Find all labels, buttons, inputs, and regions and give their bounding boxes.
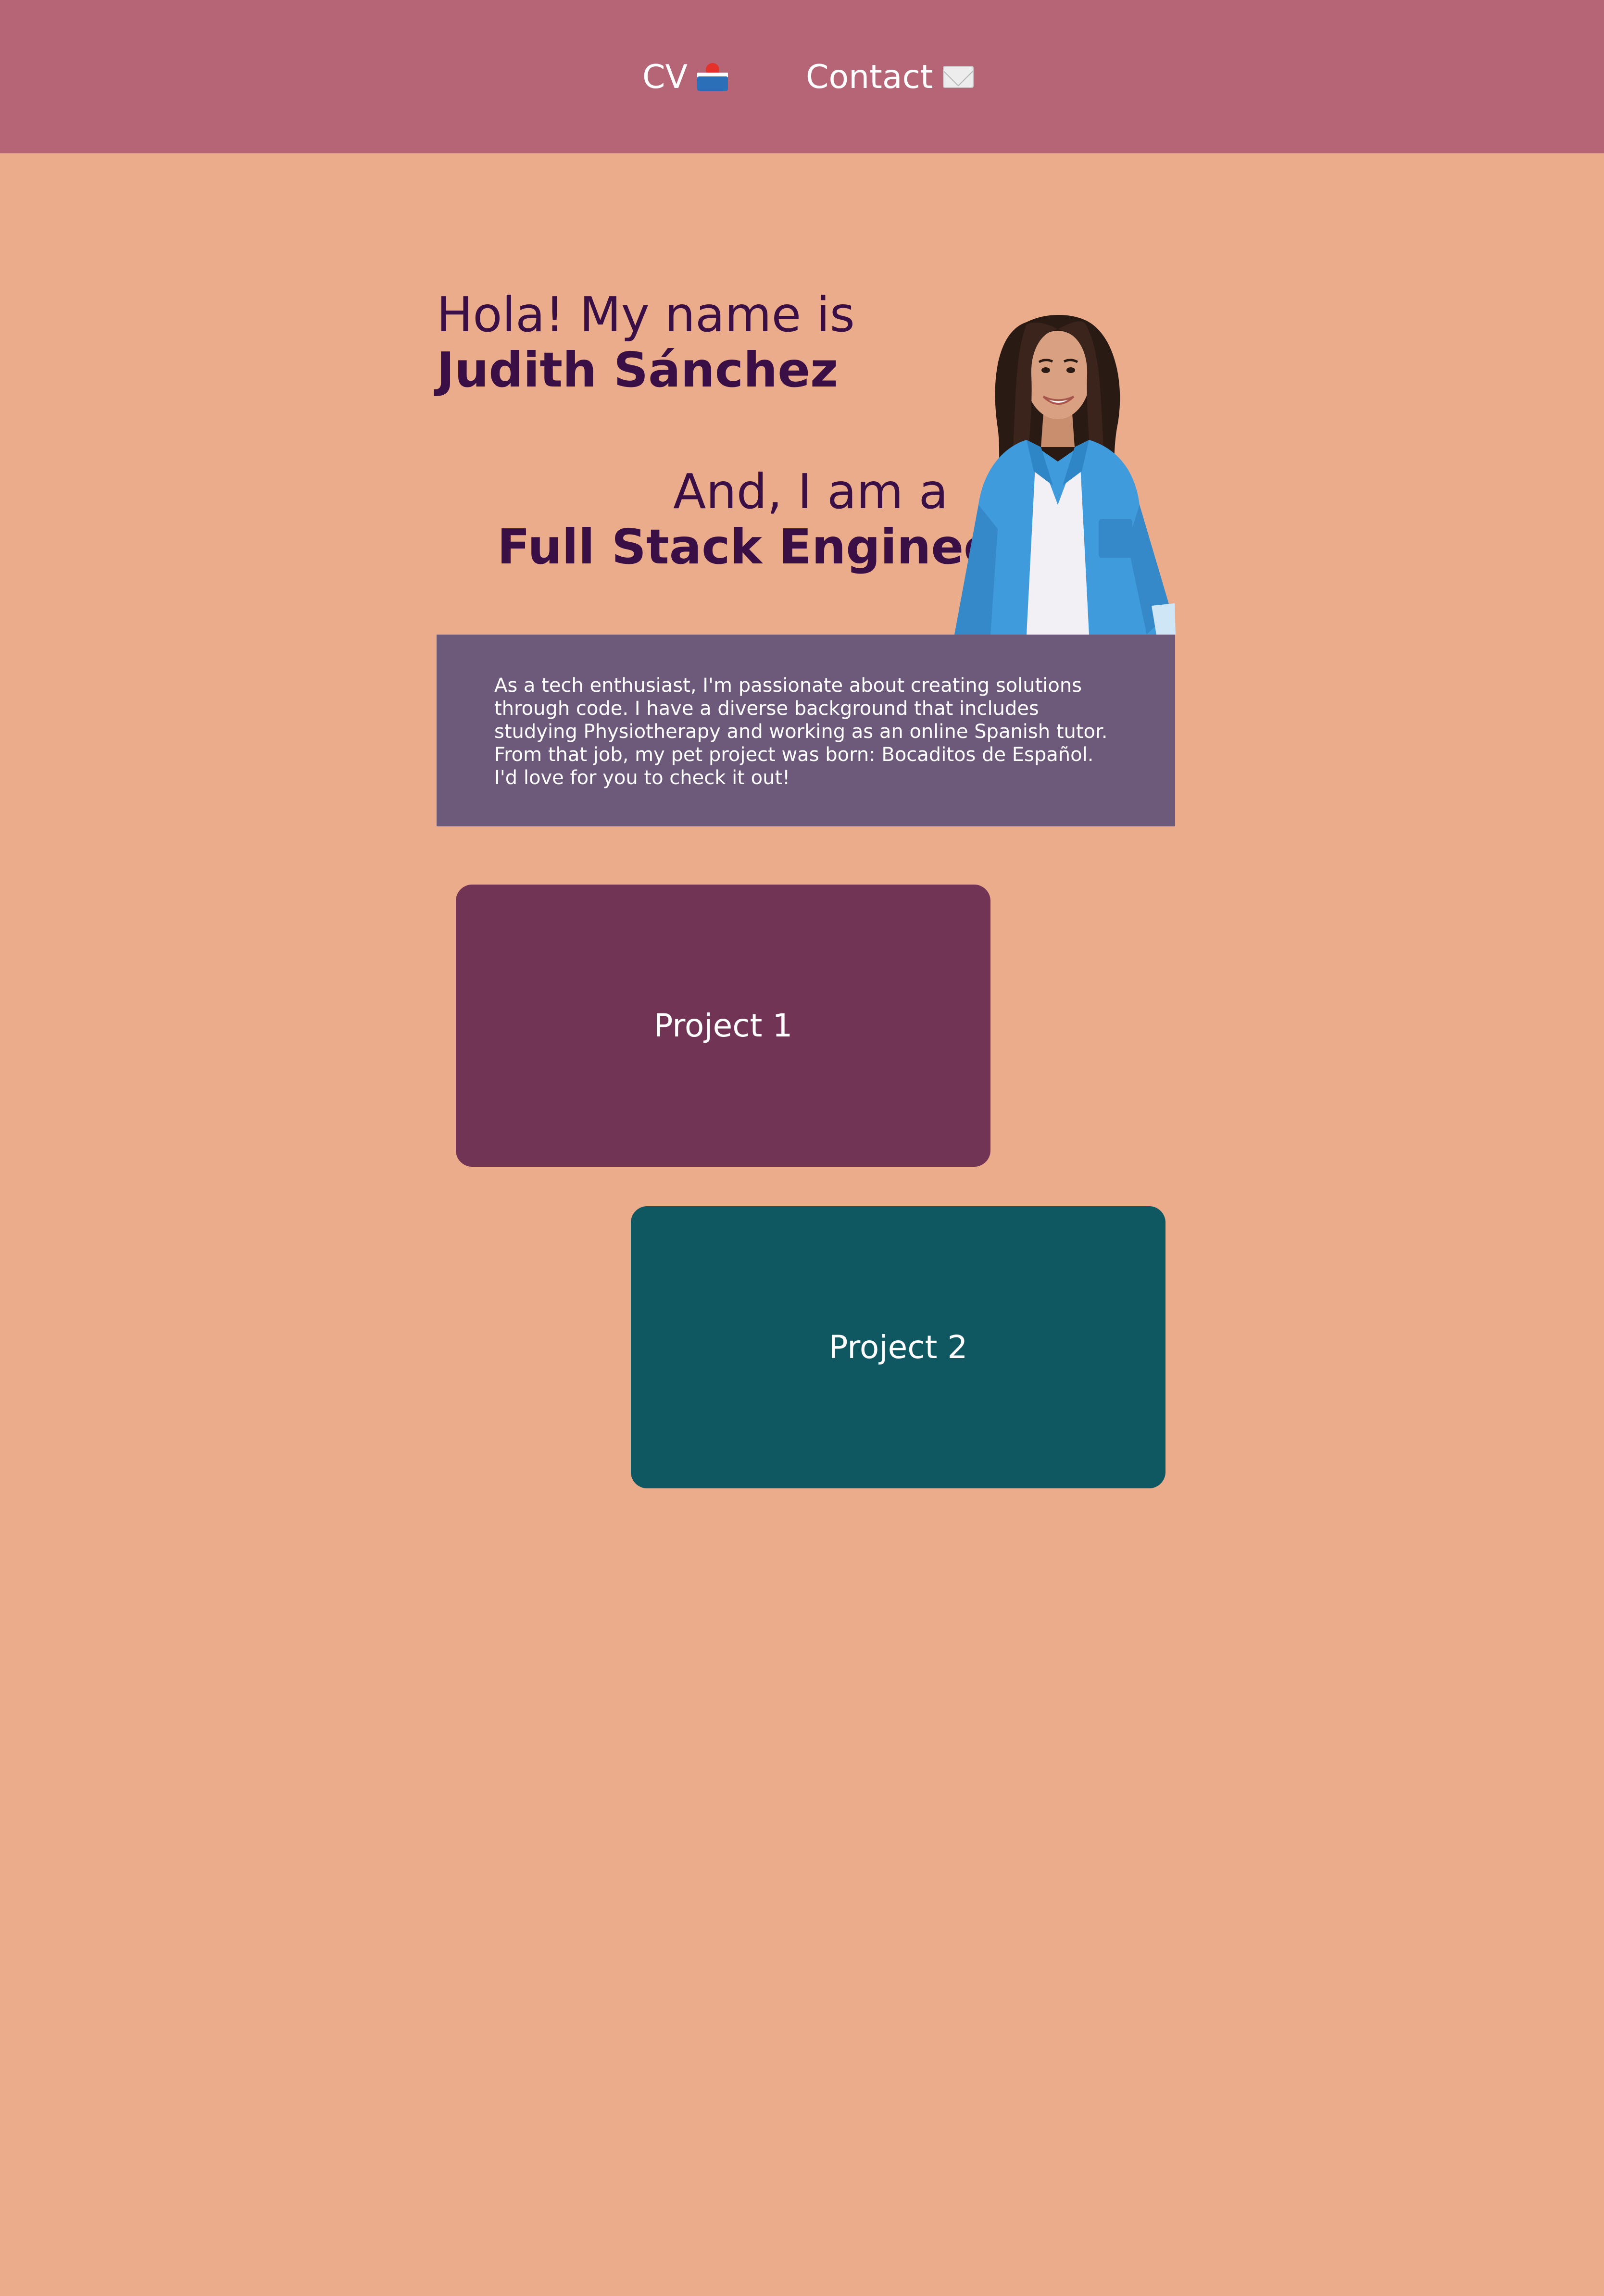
portfolio-page: CV Contact Hola! My name is Judith Sánch…	[0, 0, 1604, 2296]
nav-contact-link[interactable]: Contact	[806, 53, 974, 101]
about-text: As a tech enthusiast, I'm passionate abo…	[494, 674, 1108, 789]
project-card-1[interactable]: Project 1	[456, 885, 990, 1167]
hero-name: Judith Sánchez	[437, 342, 839, 398]
project-1-label: Project 1	[653, 1007, 793, 1044]
hero-role-intro: And, I am a	[673, 463, 948, 520]
inbox-tray-icon	[697, 63, 728, 91]
envelope-icon	[942, 66, 974, 88]
nav-cv-label: CV	[642, 58, 688, 96]
nav-cv-link[interactable]: CV	[642, 53, 728, 101]
project-2-label: Project 2	[828, 1329, 968, 1366]
project-card-2[interactable]: Project 2	[631, 1206, 1165, 1488]
portrait-image	[945, 303, 1176, 635]
top-nav: CV Contact	[0, 0, 1604, 153]
hero-role: Full Stack Engineer	[497, 519, 1020, 575]
hero-greeting: Hola! My name is	[437, 287, 855, 343]
about-section: As a tech enthusiast, I'm passionate abo…	[437, 635, 1175, 826]
nav-contact-label: Contact	[806, 58, 933, 96]
